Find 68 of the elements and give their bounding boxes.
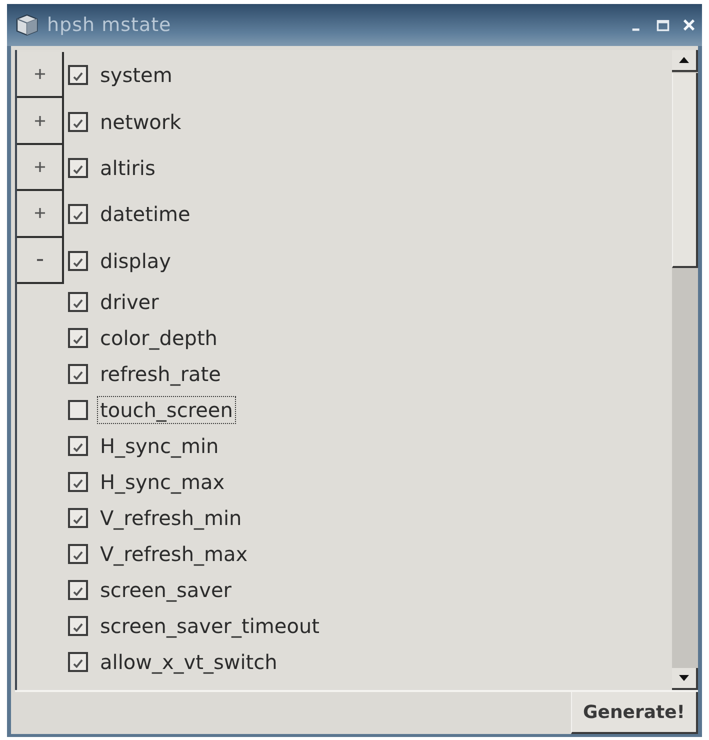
- item-label[interactable]: system: [97, 61, 176, 90]
- checkbox[interactable]: [68, 364, 88, 384]
- item-label[interactable]: touch_screen: [97, 396, 236, 424]
- check-mark-icon: [73, 118, 83, 128]
- checkbox[interactable]: [68, 112, 88, 132]
- expander-button[interactable]: [17, 144, 64, 192]
- checkbox[interactable]: [68, 580, 88, 600]
- check-mark-icon: [73, 298, 83, 308]
- item-label[interactable]: H_sync_min: [97, 432, 222, 460]
- item-label[interactable]: color_depth: [97, 324, 220, 352]
- scroll-down-button[interactable]: [672, 668, 698, 690]
- plus-icon: [34, 116, 44, 126]
- check-mark-icon: [73, 550, 83, 560]
- check-mark-icon: [73, 370, 83, 380]
- plus-icon: [34, 69, 44, 80]
- item-label[interactable]: screen_saver_timeout: [97, 612, 322, 640]
- expander-button[interactable]: [17, 98, 64, 145]
- check-mark-icon: [73, 211, 83, 220]
- item-label[interactable]: network: [97, 108, 184, 136]
- checkbox[interactable]: [68, 328, 88, 348]
- item-label[interactable]: H_sync_max: [97, 468, 228, 496]
- window-title: hpsh mstate: [47, 14, 172, 36]
- checkbox[interactable]: [68, 616, 88, 636]
- check-mark-icon: [73, 258, 83, 267]
- item-label[interactable]: datetime: [97, 200, 194, 228]
- checkbox[interactable]: [68, 204, 88, 224]
- check-mark-icon: [73, 164, 83, 174]
- check-mark-icon: [73, 442, 83, 452]
- item-label[interactable]: refresh_rate: [97, 360, 224, 388]
- check-mark-icon: [73, 334, 83, 344]
- checkbox[interactable]: [68, 250, 88, 271]
- item-label[interactable]: display: [97, 246, 174, 275]
- check-mark-icon: [73, 72, 83, 82]
- up-arrow-icon: [679, 57, 689, 63]
- scrollbar[interactable]: [672, 50, 698, 690]
- checkbox[interactable]: [68, 400, 88, 420]
- check-mark-icon: [73, 658, 83, 668]
- checkbox[interactable]: [68, 65, 88, 86]
- close-icon[interactable]: [682, 18, 696, 32]
- checkbox[interactable]: [68, 472, 88, 492]
- check-mark-icon: [73, 586, 83, 596]
- item-label[interactable]: V_refresh_max: [97, 540, 251, 568]
- check-mark-icon: [73, 622, 83, 632]
- scrollbar-thumb[interactable]: [672, 73, 698, 268]
- generate-button[interactable]: Generate!: [571, 692, 698, 734]
- item-label[interactable]: driver: [97, 288, 162, 316]
- checkbox[interactable]: [68, 652, 88, 672]
- checkbox[interactable]: [68, 158, 88, 178]
- item-label[interactable]: V_refresh_min: [97, 504, 245, 532]
- down-arrow-icon: [679, 675, 689, 681]
- minus-icon: [36, 258, 42, 261]
- checkbox[interactable]: [68, 508, 88, 528]
- item-label[interactable]: allow_x_vt_switch: [97, 648, 280, 676]
- checkbox[interactable]: [68, 292, 88, 312]
- check-mark-icon: [73, 478, 83, 488]
- item-label[interactable]: altiris: [97, 154, 158, 182]
- expander-button[interactable]: [17, 238, 64, 284]
- maximize-icon[interactable]: [656, 18, 670, 32]
- expander-button[interactable]: [17, 52, 64, 98]
- checkbox[interactable]: [68, 544, 88, 564]
- checkbox[interactable]: [68, 436, 88, 456]
- cube-icon: [15, 13, 39, 37]
- scroll-up-button[interactable]: [672, 50, 698, 72]
- check-mark-icon: [73, 514, 83, 524]
- expander-button[interactable]: [17, 191, 64, 238]
- item-label[interactable]: screen_saver: [97, 576, 235, 604]
- plus-icon: [34, 208, 44, 218]
- plus-icon: [34, 162, 44, 172]
